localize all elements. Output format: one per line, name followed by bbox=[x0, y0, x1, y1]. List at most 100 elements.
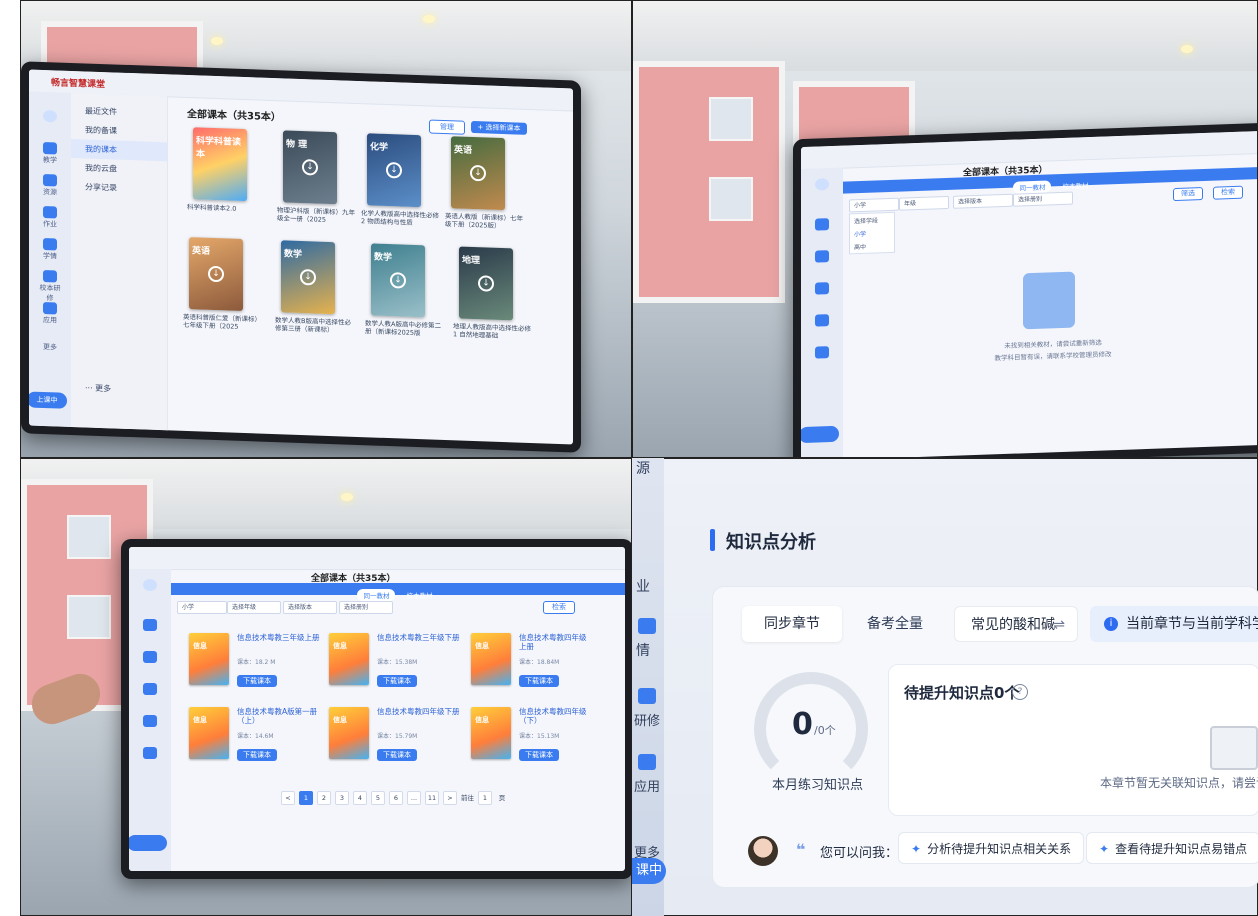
avatar[interactable] bbox=[811, 178, 833, 192]
avatar[interactable] bbox=[139, 579, 161, 592]
page-number[interactable]: 3 bbox=[335, 791, 349, 805]
board-screen: 全部课本（共35本） 同一教材 校本教材 小学 年级 选择版本 选择册别 筛选 … bbox=[801, 130, 1257, 457]
tab-school-textbook[interactable]: 校本教材 bbox=[401, 589, 439, 601]
nav-item[interactable] bbox=[139, 651, 161, 664]
nav-item-homework[interactable]: 作业 bbox=[39, 205, 61, 230]
avatar[interactable] bbox=[39, 109, 61, 124]
start-class-button[interactable]: 上课中 bbox=[29, 391, 67, 409]
page-number[interactable]: 2 bbox=[317, 791, 331, 805]
textbook-title[interactable]: 信息技术粤教四年级（下） bbox=[519, 707, 589, 726]
textbook-title[interactable]: 信息技术粤教四年级上册 bbox=[519, 633, 589, 652]
textbook-cover[interactable]: 信息 bbox=[329, 707, 369, 759]
volume-select[interactable]: 选择册别 bbox=[1013, 191, 1073, 207]
start-class-button[interactable] bbox=[129, 835, 167, 851]
textbook-cover[interactable]: 信息 bbox=[189, 707, 229, 759]
nav-item-analysis[interactable]: 学情 bbox=[39, 237, 61, 262]
download-button[interactable]: 下载课本 bbox=[377, 675, 417, 687]
textbook-cover[interactable]: 数学 ↓ bbox=[281, 240, 335, 315]
edition-select[interactable]: 选择版本 bbox=[283, 601, 337, 614]
nav-item[interactable] bbox=[811, 282, 833, 296]
textbook-caption: 数学人教A版高中必修第二册（新课标2025版 bbox=[365, 319, 441, 338]
textbook-cover[interactable]: 数学 ↓ bbox=[371, 243, 425, 318]
nav-item-research[interactable]: 校本研修 bbox=[39, 269, 61, 304]
textbook-title[interactable]: 信息技术粤教三年级下册 bbox=[377, 633, 467, 642]
nav-item[interactable] bbox=[139, 619, 161, 632]
textbook-size: 课本：18.84M bbox=[519, 659, 560, 666]
textbook-cover[interactable]: 英语 ↓ bbox=[189, 237, 243, 311]
search-button[interactable]: 检索 bbox=[543, 601, 575, 614]
nav-item-resource[interactable]: 资源 bbox=[39, 173, 61, 198]
search-main: 全部课本（共35本） 同一教材 校本教材 小学 年级 选择版本 选择册别 筛选 … bbox=[843, 153, 1257, 457]
goto-page-input[interactable]: 1 bbox=[478, 791, 492, 805]
quote-icon: ❝ bbox=[796, 840, 806, 859]
download-button[interactable]: 下载课本 bbox=[519, 749, 559, 761]
textbook-title[interactable]: 信息技术粤教A版第一册（上） bbox=[237, 707, 327, 726]
textbook-cover[interactable]: 科学科普读本 bbox=[193, 127, 247, 202]
brand-logo: 畅言智慧课堂 bbox=[51, 78, 106, 91]
textbook-size: 课本：14.6M bbox=[237, 733, 274, 740]
stage-select[interactable]: 小学 bbox=[849, 197, 899, 213]
download-icon: ↓ bbox=[300, 268, 316, 286]
tab-school-textbook[interactable]: 校本教材 bbox=[1057, 179, 1095, 192]
volume-select[interactable]: 选择册别 bbox=[339, 601, 393, 614]
nav-item[interactable] bbox=[811, 314, 833, 328]
textbook-cover[interactable]: 信息 bbox=[471, 633, 511, 685]
nav-item-apps[interactable]: 应用 bbox=[39, 301, 61, 326]
start-class-button[interactable] bbox=[801, 425, 839, 444]
download-button[interactable]: 下载课本 bbox=[237, 749, 277, 761]
prev-page-button[interactable]: < bbox=[281, 791, 295, 805]
textbook-cover[interactable]: 信息 bbox=[329, 633, 369, 685]
textbook-cover[interactable]: 物 理 ↓ bbox=[283, 130, 337, 205]
stage-select[interactable]: 小学 bbox=[177, 601, 227, 614]
start-class-button[interactable]: 课中 bbox=[632, 858, 666, 884]
page-number[interactable]: 11 bbox=[425, 791, 439, 805]
textbook-cover[interactable]: 英语 ↓ bbox=[451, 136, 505, 211]
next-page-button[interactable]: > bbox=[443, 791, 457, 805]
tab-same-textbook[interactable]: 同一教材 bbox=[357, 589, 396, 601]
tab-exam-all[interactable]: 备考全量 bbox=[850, 606, 940, 642]
nav-item[interactable] bbox=[811, 250, 833, 264]
suggestion-chip[interactable]: ✦ 查看待提升知识点易错点 bbox=[1086, 832, 1258, 864]
edition-select[interactable]: 选择版本 bbox=[953, 193, 1013, 209]
sidebar-item-shared[interactable]: 分享记录 bbox=[71, 177, 167, 199]
grade-select[interactable]: 年级 bbox=[899, 195, 949, 211]
chapter-select[interactable]: 常见的酸和碱 ⇌ bbox=[954, 606, 1078, 642]
textbook-caption: 地理人教版高中选择性必修1 自然地理基础 bbox=[453, 322, 531, 341]
download-button[interactable]: 下载课本 bbox=[519, 675, 559, 687]
download-button[interactable]: 下载课本 bbox=[377, 749, 417, 761]
page-number[interactable]: 6 bbox=[389, 791, 403, 805]
page-number[interactable]: 5 bbox=[371, 791, 385, 805]
textbook-cover[interactable]: 化学 ↓ bbox=[367, 133, 421, 208]
sidebar-more[interactable]: ··· 更多 bbox=[71, 378, 111, 398]
nav-item-teach[interactable]: 教学 bbox=[39, 141, 61, 166]
filter-button[interactable]: 筛选 bbox=[1173, 187, 1203, 202]
nav-item-more[interactable]: 更多 bbox=[39, 342, 61, 353]
nav-item[interactable] bbox=[139, 715, 161, 728]
info-icon: i bbox=[1104, 617, 1118, 631]
nav-item[interactable] bbox=[811, 346, 833, 360]
help-icon[interactable]: ? bbox=[1012, 684, 1028, 700]
textbook-cover[interactable]: 地理 ↓ bbox=[459, 246, 513, 321]
suggestion-chip[interactable]: ✦ 分析待提升知识点相关关系 bbox=[898, 832, 1085, 864]
nav-label: 应用 bbox=[634, 780, 661, 795]
smart-board: 全部课本（共35本） 同一教材 校本教材 小学 年级 选择版本 选择册别 筛选 … bbox=[793, 122, 1257, 457]
textbook-cover[interactable]: 信息 bbox=[471, 707, 511, 759]
download-button[interactable]: 下载课本 bbox=[237, 675, 277, 687]
manage-button[interactable]: 管理 bbox=[429, 119, 465, 135]
textbook-title[interactable]: 信息技术粤教四年级下册 bbox=[377, 707, 467, 716]
nav-label: 源 bbox=[636, 461, 650, 477]
nav-item[interactable] bbox=[811, 218, 833, 232]
ceiling-lamp bbox=[341, 493, 353, 501]
dropdown-option[interactable]: 高中 bbox=[850, 239, 894, 254]
page-number[interactable]: 1 bbox=[299, 791, 313, 805]
search-button[interactable]: 检索 bbox=[1213, 185, 1243, 200]
nav-item[interactable] bbox=[139, 683, 161, 696]
nav-item[interactable] bbox=[139, 747, 161, 760]
grade-select[interactable]: 选择年级 bbox=[227, 601, 281, 614]
add-textbook-button[interactable]: + 选择新课本 bbox=[471, 120, 527, 135]
chapter-tip: i当前章节与当前学科学提 bbox=[1090, 606, 1258, 642]
textbook-cover[interactable]: 信息 bbox=[189, 633, 229, 685]
tab-sync-chapter[interactable]: 同步章节 bbox=[742, 606, 842, 642]
textbook-title[interactable]: 信息技术粤教三年级上册 bbox=[237, 633, 327, 642]
page-number[interactable]: 4 bbox=[353, 791, 367, 805]
